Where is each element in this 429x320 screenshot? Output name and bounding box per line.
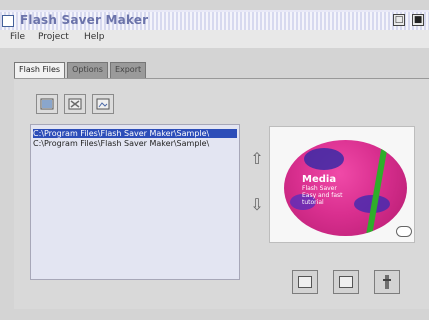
open-file-button[interactable] — [92, 94, 114, 114]
preview-icon — [298, 276, 312, 288]
preview-button[interactable] — [292, 270, 318, 294]
tabs: Flash Files Options Export — [14, 62, 148, 78]
save-icon — [339, 276, 353, 288]
app-icon — [2, 15, 14, 27]
menu-project[interactable]: Project — [38, 32, 69, 42]
file-row[interactable]: C:\Program Files\Flash Saver Maker\Sampl… — [33, 139, 237, 148]
window-title: Flash Saver Maker — [20, 13, 149, 27]
menu-bar: File Project Help — [0, 30, 429, 48]
preview-brand: Media — [302, 174, 337, 185]
open-file-icon — [96, 98, 110, 110]
build-icon — [383, 275, 391, 289]
build-button[interactable] — [374, 270, 400, 294]
cloud-icon — [396, 226, 412, 237]
add-file-button[interactable] — [36, 94, 58, 114]
preview-line: Flash Saver — [302, 185, 337, 192]
file-list[interactable]: C:\Program Files\Flash Saver Maker\Sampl… — [30, 124, 240, 280]
save-button[interactable] — [333, 270, 359, 294]
move-up-button[interactable]: ⇧ — [248, 150, 266, 168]
preview-line: Easy and fast — [302, 192, 343, 199]
preview-panel: Media Flash Saver Easy and fast tutorial — [269, 126, 415, 243]
preview-image: Media Flash Saver Easy and fast tutorial — [284, 140, 407, 236]
preview-text: Media Flash Saver Easy and fast tutorial — [302, 174, 350, 206]
close-button[interactable]: ■ — [412, 14, 424, 26]
maximize-button[interactable]: □ — [393, 14, 405, 26]
title-bar[interactable]: Flash Saver Maker □ ■ — [0, 10, 429, 30]
menu-file[interactable]: File — [10, 32, 25, 42]
preview-stripe — [364, 140, 390, 236]
remove-file-icon — [68, 98, 82, 110]
tab-flash-files[interactable]: Flash Files — [14, 62, 66, 78]
app-window: Flash Saver Maker □ ■ File Project Help … — [0, 0, 429, 320]
preview-shape — [304, 148, 344, 170]
tab-export[interactable]: Export — [109, 62, 147, 78]
preview-line: tutorial — [302, 199, 324, 206]
menu-help[interactable]: Help — [84, 32, 105, 42]
tab-options[interactable]: Options — [67, 62, 108, 78]
move-down-button[interactable]: ⇩ — [248, 196, 266, 214]
add-file-icon — [40, 98, 54, 110]
remove-file-button[interactable] — [64, 94, 86, 114]
file-row[interactable]: C:\Program Files\Flash Saver Maker\Sampl… — [33, 129, 237, 138]
